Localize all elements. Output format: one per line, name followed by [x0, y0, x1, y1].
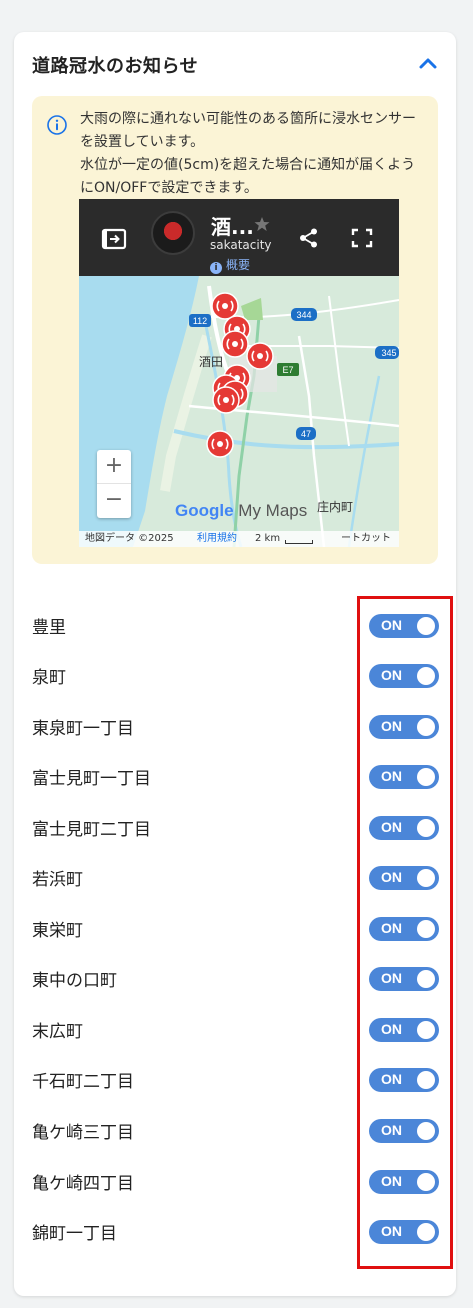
route-345-label: 345 [381, 348, 396, 358]
info-icon: i [210, 262, 222, 274]
share-button[interactable] [298, 227, 320, 253]
notification-toggle[interactable]: ON [369, 967, 439, 991]
e7-label: E7 [282, 365, 293, 375]
avatar [151, 211, 195, 255]
location-label: 亀ケ崎四丁目 [32, 1174, 134, 1194]
info-text: 大雨の際に通れない可能性のある箇所に浸水センサーを設置しています。 水位が一定の… [80, 108, 422, 200]
notification-toggle[interactable]: ON [369, 765, 439, 789]
notification-toggle[interactable]: ON [369, 866, 439, 890]
notification-toggle[interactable]: ON [369, 715, 439, 739]
list-item: 豊里 ON [32, 600, 439, 651]
zoom-out-button[interactable]: − [97, 484, 131, 518]
zoom-in-button[interactable]: + [97, 450, 131, 484]
fullscreen-button[interactable] [351, 228, 373, 252]
location-label: 錦町一丁目 [32, 1224, 117, 1244]
list-item: 若浜町 ON [32, 852, 439, 903]
list-item: 末広町 ON [32, 1004, 439, 1055]
collapse-button[interactable] [414, 50, 442, 78]
fullscreen-icon [351, 228, 373, 248]
map-data-credit: 地図データ ©2025 [85, 533, 174, 544]
list-item: 東栄町 ON [32, 903, 439, 954]
toggle-knob [417, 617, 435, 635]
list-item: 錦町一丁目 ON [32, 1206, 439, 1257]
list-item: 泉町 ON [32, 650, 439, 701]
map-pin-icon [206, 430, 234, 458]
map-footer: 地図データ ©2025 利用規約 2 km ートカット [79, 531, 399, 547]
info-icon [47, 115, 67, 135]
list-item: 亀ケ崎四丁目 ON [32, 1156, 439, 1207]
card-header[interactable]: 道路冠水のお知らせ [14, 32, 456, 96]
toggle-knob [417, 920, 435, 938]
toggle-knob [417, 1071, 435, 1089]
chevron-up-icon [419, 58, 437, 69]
list-item: 東中の口町 ON [32, 953, 439, 1004]
notification-toggle[interactable]: ON [369, 917, 439, 941]
map-title: 酒... [211, 215, 254, 239]
toggle-knob [417, 667, 435, 685]
list-item: 東泉町一丁目 ON [32, 701, 439, 752]
flood-notice-card: 道路冠水のお知らせ 大雨の際に通れない可能性のある箇所に浸水センサーを設置してい… [14, 32, 456, 1296]
toggle-knob [417, 1122, 435, 1140]
list-item: 亀ケ崎三丁目 ON [32, 1105, 439, 1156]
route-112-label: 112 [193, 316, 207, 326]
location-label: 泉町 [32, 668, 66, 688]
location-label: 豊里 [32, 618, 66, 638]
list-item: 富士見町一丁目 ON [32, 751, 439, 802]
embedded-map[interactable]: 酒... sakatacity i 概要 112 344 345 47 E7 酒… [79, 199, 399, 547]
section-title: 道路冠水のお知らせ [32, 56, 199, 77]
share-icon [300, 228, 317, 248]
location-label: 東泉町一丁目 [32, 719, 134, 739]
side-panel-icon [101, 228, 127, 250]
info-box: 大雨の際に通れない可能性のある箇所に浸水センサーを設置しています。 水位が一定の… [32, 96, 438, 564]
scale-label: 2 km [255, 533, 281, 544]
list-item: 富士見町二丁目 ON [32, 802, 439, 853]
toggle-knob [417, 869, 435, 887]
location-label: 富士見町二丁目 [32, 820, 151, 840]
list-item: 千石町二丁目 ON [32, 1054, 439, 1105]
notification-toggle[interactable]: ON [369, 1170, 439, 1194]
map-pin-icon [246, 342, 274, 370]
map-about-link[interactable]: i 概要 [210, 256, 250, 274]
map-pin-icon [221, 330, 249, 358]
toggle-knob [417, 970, 435, 988]
route-47-label: 47 [301, 429, 311, 439]
toggle-knob [417, 1021, 435, 1039]
terms-link[interactable]: 利用規約 [197, 531, 237, 547]
location-label: 末広町 [32, 1022, 83, 1042]
map-user: sakatacity [210, 238, 272, 252]
location-label: 亀ケ崎三丁目 [32, 1123, 134, 1143]
map-header-bar: 酒... sakatacity i 概要 [79, 199, 399, 276]
toggle-knob [417, 1223, 435, 1241]
notification-toggle[interactable]: ON [369, 1220, 439, 1244]
map-pin-icon [211, 292, 239, 320]
notification-toggle[interactable]: ON [369, 816, 439, 840]
google-my-maps-logo: Google My Maps [175, 501, 308, 520]
route-344-label: 344 [296, 310, 311, 320]
location-label: 千石町二丁目 [32, 1072, 134, 1092]
city-label: 酒田 [199, 355, 223, 369]
location-label: 東栄町 [32, 921, 83, 941]
town-label: 庄内町 [317, 499, 353, 514]
location-label: 東中の口町 [32, 971, 117, 991]
toggle-knob [417, 819, 435, 837]
location-label: 富士見町一丁目 [32, 769, 151, 789]
toggle-knob [417, 718, 435, 736]
shortcut-link[interactable]: ートカット [341, 531, 391, 547]
map-pin-icon [212, 386, 240, 414]
star-icon[interactable] [254, 216, 270, 232]
location-label: 若浜町 [32, 870, 83, 890]
notification-toggle[interactable]: ON [369, 664, 439, 688]
map-panel-button[interactable] [101, 228, 127, 254]
notification-toggle[interactable]: ON [369, 614, 439, 638]
info-line-1: 大雨の際に通れない可能性のある箇所に浸水センサーを設置しています。 [80, 111, 416, 150]
notification-toggle[interactable]: ON [369, 1018, 439, 1042]
notification-toggle[interactable]: ON [369, 1068, 439, 1092]
scale-bar [285, 540, 313, 544]
toggle-knob [417, 1173, 435, 1191]
toggle-knob [417, 768, 435, 786]
notification-toggle[interactable]: ON [369, 1119, 439, 1143]
info-line-2: 水位が一定の値(5cm)を超えた場合に通知が届くようにON/OFFで設定できます… [80, 157, 416, 196]
zoom-control: + − [97, 450, 131, 518]
